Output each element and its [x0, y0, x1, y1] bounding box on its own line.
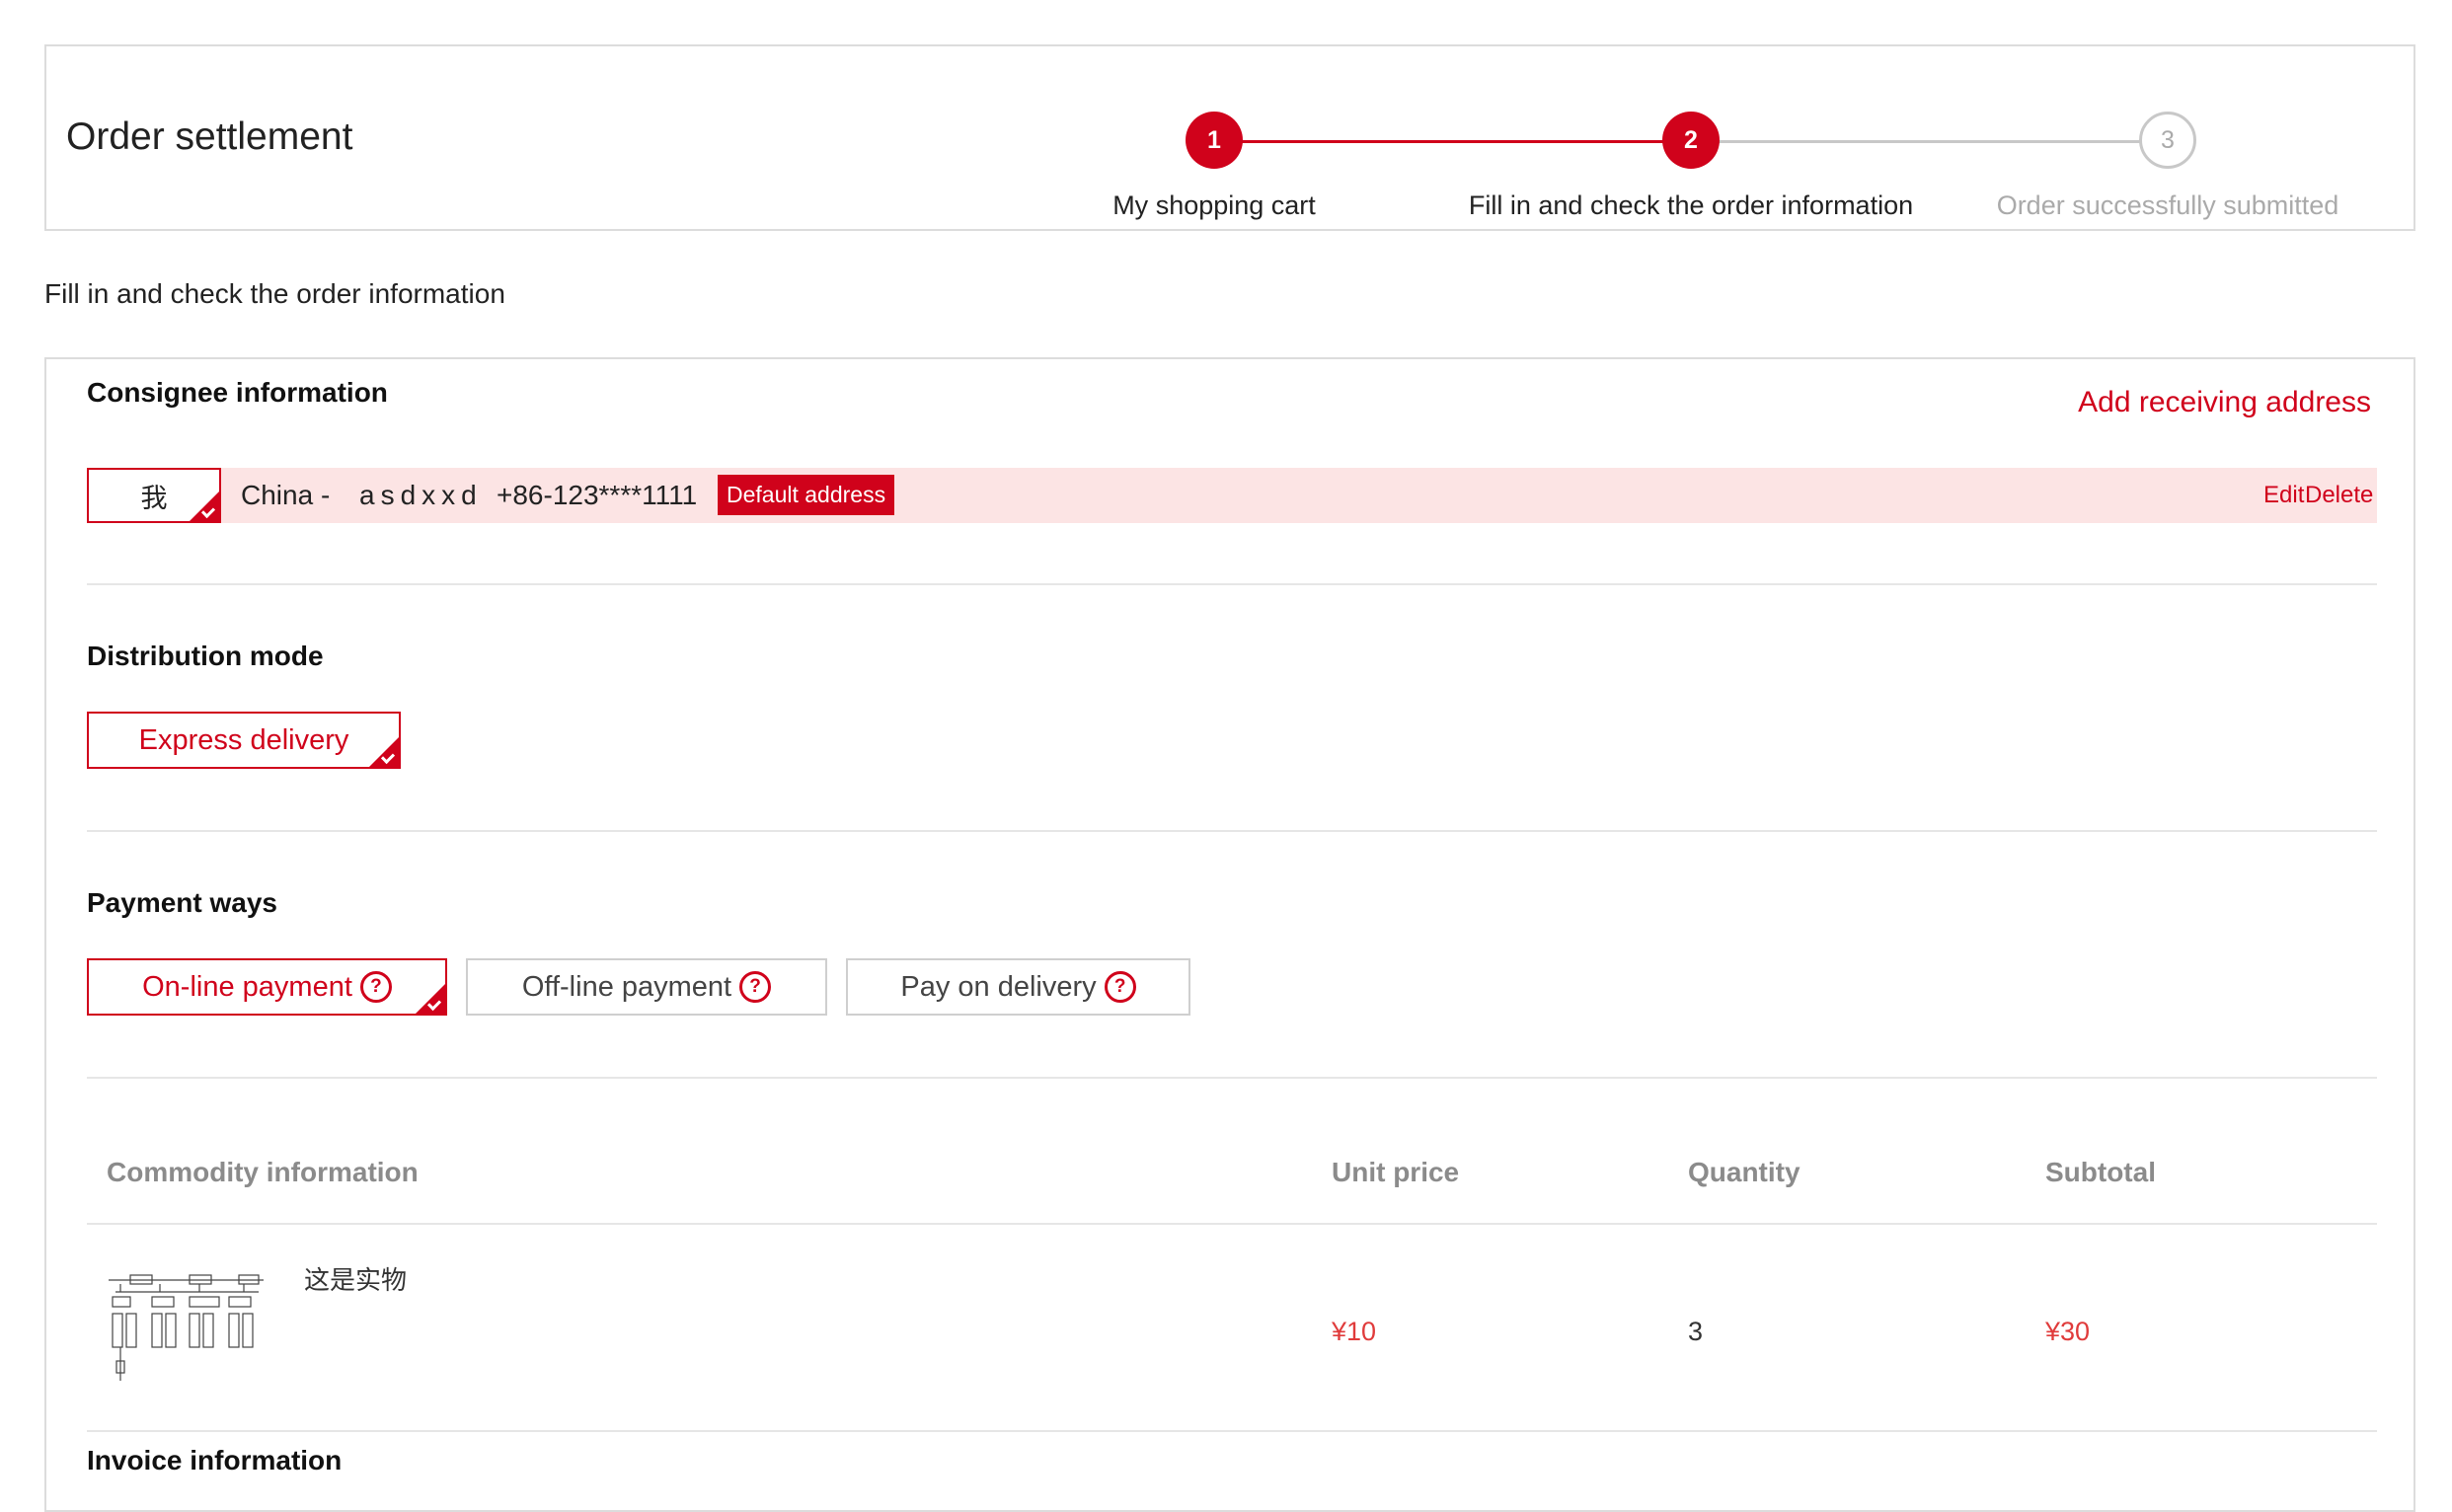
step-1-circle: 1 [1186, 112, 1243, 169]
online-payment-label: On-line payment [142, 970, 352, 1003]
step-connector-1 [1203, 140, 1681, 143]
step-2-label: Fill in and check the order information [1468, 190, 1914, 220]
address-region: China - [241, 480, 331, 510]
online-payment-option[interactable]: On-line payment ? [87, 958, 447, 1016]
help-icon[interactable]: ? [1104, 971, 1136, 1003]
address-item[interactable]: 我 China - asdxxd +86-123****1111 Default… [87, 468, 2377, 523]
selected-check-icon [369, 737, 399, 767]
col-unit-price: Unit price [1332, 1157, 1460, 1187]
invoice-title: Invoice information [87, 1445, 343, 1475]
default-address-badge: Default address [718, 475, 895, 515]
address-phone: +86-123****1111 [497, 480, 698, 510]
selected-check-icon [416, 984, 445, 1014]
divider [87, 830, 2377, 832]
express-delivery-option[interactable]: Express delivery [87, 712, 401, 769]
order-header: Order settlement 1 2 3 My shopping cart … [44, 44, 2415, 231]
address-name-tag[interactable]: 我 [87, 468, 221, 523]
distribution-title: Distribution mode [87, 641, 324, 671]
step-3-circle: 3 [2139, 112, 2196, 169]
offline-payment-label: Off-line payment [521, 970, 732, 1003]
step-2-circle: 2 [1662, 112, 1720, 169]
quantity-value: 3 [1688, 1317, 1704, 1346]
express-delivery-label: Express delivery [138, 723, 349, 756]
divider [87, 1223, 2377, 1225]
step-connector-2 [1711, 140, 2155, 143]
help-icon[interactable]: ? [359, 971, 392, 1003]
subtotal-value: ¥30 [2045, 1317, 2091, 1346]
order-form: Consignee information Add receiving addr… [44, 357, 2415, 1512]
divider [87, 583, 2377, 585]
address-name: 我 [140, 483, 168, 514]
col-subtotal: Subtotal [2045, 1157, 2156, 1187]
address-detail: asdxxd [359, 480, 483, 510]
page-title: Order settlement [66, 115, 353, 158]
divider [87, 1077, 2377, 1079]
step-1-label: My shopping cart [1112, 190, 1316, 220]
col-quantity: Quantity [1688, 1157, 1801, 1187]
unit-price-value: ¥10 [1332, 1317, 1377, 1346]
edit-address-link[interactable]: Edit [2263, 468, 2304, 523]
divider [87, 1430, 2377, 1432]
product-thumbnail-icon [109, 1274, 264, 1381]
product-name: 这是实物 [304, 1266, 408, 1296]
pay-on-delivery-label: Pay on delivery [900, 970, 1097, 1003]
section-heading: Fill in and check the order information [44, 278, 505, 309]
pay-on-delivery-option[interactable]: Pay on delivery ? [846, 958, 1190, 1016]
delete-address-link[interactable]: Delete [2305, 468, 2373, 523]
col-commodity-info: Commodity information [107, 1157, 419, 1187]
help-icon[interactable]: ? [739, 971, 772, 1003]
offline-payment-option[interactable]: Off-line payment ? [466, 958, 827, 1016]
add-address-link[interactable]: Add receiving address [2078, 386, 2371, 419]
selected-check-icon [190, 491, 219, 521]
payment-title: Payment ways [87, 887, 277, 918]
step-3-label: Order successfully submitted [1996, 190, 2339, 220]
consignee-title: Consignee information [87, 377, 388, 408]
